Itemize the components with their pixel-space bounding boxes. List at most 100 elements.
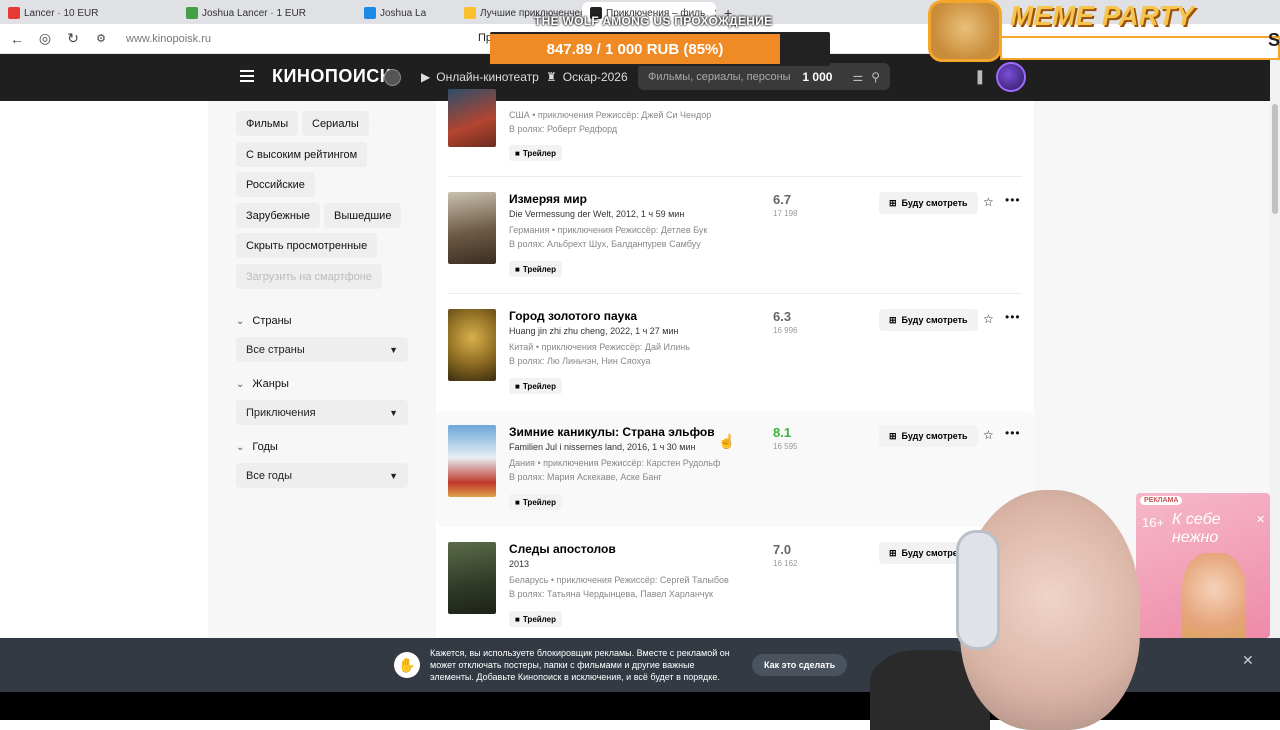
- divider: [448, 293, 1022, 294]
- movie-original-title: Huang jin zhi zhu cheng, 2022, 1 ч 27 ми…: [509, 326, 679, 336]
- movie-title[interactable]: Зимние каникулы: Страна эльфов: [509, 425, 715, 439]
- tab-favicon-icon: [364, 7, 376, 19]
- browser-tab[interactable]: Lancer · 10 EUR: [0, 2, 178, 24]
- chip-high-rating[interactable]: С высоким рейтингом: [236, 142, 368, 167]
- close-icon[interactable]: ✕: [1242, 652, 1254, 669]
- movie-cast: В ролях: Татьяна Чердынцева, Павел Харла…: [509, 589, 713, 599]
- more-options-icon[interactable]: •••: [1005, 193, 1021, 207]
- star-icon[interactable]: ☆: [983, 428, 994, 442]
- video-camera-icon: ■: [515, 614, 520, 624]
- countries-select[interactable]: Все страны ▼: [236, 337, 408, 362]
- browser-tab[interactable]: Joshua La: [356, 2, 456, 24]
- movie-rating: 6.3: [773, 309, 792, 324]
- movie-poster[interactable]: [448, 542, 496, 614]
- bookmark-plus-icon: ⊞: [889, 430, 897, 441]
- mouse-cursor-icon: ☝: [718, 433, 736, 449]
- adblock-message: Кажется, вы используете блокировщик рекл…: [430, 648, 730, 682]
- caret-down-icon: ▼: [389, 407, 398, 418]
- trailer-button[interactable]: ■ Трейлер: [509, 261, 562, 277]
- movie-item[interactable]: Город золотого паука Huang jin zhi zhu c…: [436, 295, 1034, 411]
- movie-cast: В ролях: Роберт Редфорд: [509, 124, 618, 134]
- more-options-icon[interactable]: •••: [1005, 310, 1021, 324]
- chevron-down-icon: ⌄: [236, 378, 245, 390]
- watch-later-button[interactable]: ⊞ Буду смотреть: [879, 425, 978, 447]
- video-camera-icon: ■: [515, 381, 520, 391]
- movie-original-title: Die Vermessung der Welt, 2012, 1 ч 59 ми…: [509, 209, 685, 219]
- divider: [448, 176, 1022, 177]
- more-options-icon[interactable]: •••: [1005, 426, 1021, 440]
- movie-title[interactable]: Город золотого паука: [509, 309, 637, 323]
- how-to-button[interactable]: Как это сделать: [752, 654, 848, 676]
- page-scrollbar[interactable]: [1270, 54, 1280, 694]
- caret-down-icon: ▼: [389, 470, 398, 481]
- url-text[interactable]: www.kinopoisk.ru: [126, 33, 211, 45]
- trailer-button[interactable]: ■ Трейлер: [509, 611, 562, 627]
- chip-foreign[interactable]: Зарубежные: [236, 203, 321, 228]
- meme-s-letter: S: [1268, 30, 1280, 50]
- years-select[interactable]: Все годы ▼: [236, 463, 408, 488]
- movie-item[interactable]: Измеряя мир Die Vermessung der Welt, 201…: [436, 178, 1034, 294]
- movie-cast: В ролях: Лю Линьчэн, Нин Сяохуа: [509, 356, 651, 366]
- filter-years-header[interactable]: ⌄ Годы: [236, 441, 278, 453]
- movie-title[interactable]: Измеряя мир: [509, 192, 587, 206]
- movie-cast: В ролях: Альбрехт Шух, Балданпурев Самбу…: [509, 239, 701, 249]
- chip-hide-watched[interactable]: Скрыть просмотренные: [236, 233, 378, 258]
- movie-country-director: Дания • приключения Режиссёр: Карстен Ру…: [509, 458, 721, 468]
- bookmark-plus-icon: ⊞: [889, 314, 897, 325]
- movie-poster[interactable]: [448, 192, 496, 264]
- chip-released[interactable]: Вышедшие: [324, 203, 402, 228]
- video-camera-icon: ■: [515, 264, 520, 274]
- browser-tab[interactable]: Joshua Lancer · 1 EUR: [178, 2, 356, 24]
- play-icon: ▶: [421, 70, 431, 84]
- video-camera-icon: ■: [515, 148, 520, 158]
- star-icon[interactable]: ☆: [983, 312, 994, 326]
- doge-icon: [928, 0, 1002, 62]
- ad-close-icon[interactable]: ✕: [1256, 513, 1265, 526]
- movie-country-director: Германия • приключения Режиссёр: Детлев …: [509, 225, 708, 235]
- bookmark-plus-icon: ⊞: [889, 197, 897, 208]
- movie-votes: 16 996: [773, 326, 798, 335]
- trailer-button[interactable]: ■ Трейлер: [509, 494, 562, 510]
- menu-icon[interactable]: [240, 70, 254, 82]
- back-arrow-icon[interactable]: ←: [10, 31, 24, 47]
- chevron-down-icon: ⌄: [236, 315, 245, 327]
- filter-genres-header[interactable]: ⌄ Жанры: [236, 378, 289, 390]
- movie-votes: 16 595: [773, 442, 798, 451]
- movie-votes: 17 198: [773, 209, 798, 218]
- chevron-down-icon: ⌄: [236, 441, 245, 453]
- scrollbar-thumb[interactable]: [1272, 104, 1278, 214]
- movie-poster[interactable]: [448, 309, 496, 381]
- star-icon[interactable]: ☆: [983, 195, 994, 209]
- watch-later-button[interactable]: ⊞ Буду смотреть: [879, 309, 978, 331]
- site-info-icon[interactable]: ◎: [38, 30, 52, 47]
- movie-title[interactable]: Следы апостолов: [509, 542, 616, 556]
- tab-favicon-icon: [186, 7, 198, 19]
- stream-title-overlay: THE WOLF AMONG US ПРОХОЖДЕНИЕ: [534, 14, 773, 28]
- movie-item[interactable]: США • приключения Режиссёр: Джей Си Ченд…: [436, 69, 1034, 185]
- movie-country-director: Китай • приключения Режиссёр: Дай Илинь: [509, 342, 690, 352]
- chip-films[interactable]: Фильмы: [236, 111, 299, 136]
- movie-poster[interactable]: [448, 425, 496, 497]
- movie-rating: 7.0: [773, 542, 792, 557]
- genres-select[interactable]: Приключения ▼: [236, 400, 408, 425]
- webcam-overlay: [870, 460, 1170, 730]
- filter-countries-header[interactable]: ⌄ Страны: [236, 315, 292, 327]
- tab-favicon-icon: [8, 7, 20, 19]
- chip-russian[interactable]: Российские: [236, 172, 315, 197]
- chip-series[interactable]: Сериалы: [302, 111, 369, 136]
- tab-favicon-icon: [464, 7, 476, 19]
- headphones-icon: [956, 530, 1000, 650]
- trailer-button[interactable]: ■ Трейлер: [509, 378, 562, 394]
- meme-bar: [1000, 36, 1280, 60]
- movie-original-title: Familien Jul i nissernes land, 2016, 1 ч…: [509, 442, 696, 452]
- movie-country-director: США • приключения Режиссёр: Джей Си Ченд…: [509, 110, 712, 120]
- movie-country-director: Беларусь • приключения Режиссёр: Сергей …: [509, 575, 729, 585]
- reload-icon[interactable]: ↻: [66, 30, 80, 47]
- watch-later-button[interactable]: ⊞ Буду смотреть: [879, 192, 978, 214]
- tune-icon[interactable]: ⚙: [94, 32, 108, 45]
- ad-image: [1182, 553, 1246, 638]
- movie-cast: В ролях: Мария Аскехаве, Аске Банг: [509, 472, 662, 482]
- site-logo[interactable]: КИНОПОИСК: [272, 66, 391, 87]
- trailer-button[interactable]: ■ Трейлер: [509, 145, 562, 161]
- movie-poster[interactable]: [448, 89, 496, 147]
